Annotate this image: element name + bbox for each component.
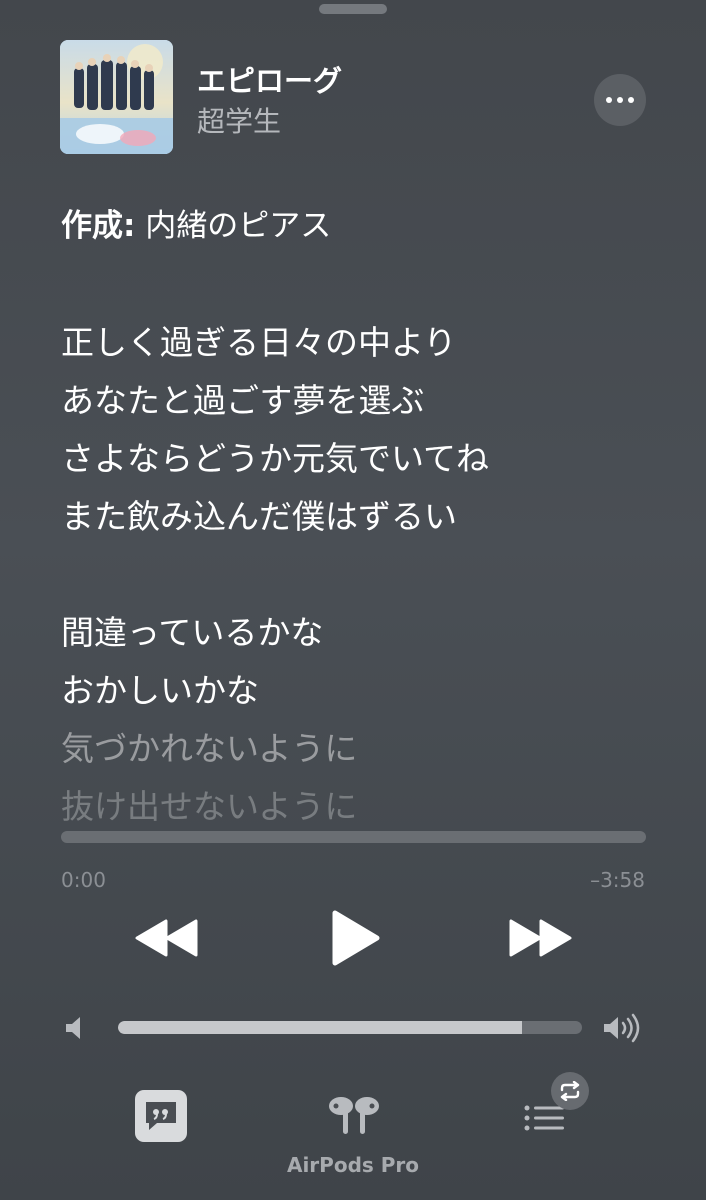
play-icon [332, 910, 380, 966]
repeat-icon [560, 1081, 580, 1101]
fast-forward-icon [509, 919, 572, 957]
lyric-line[interactable]: 気づかれないように [61, 722, 357, 770]
credit-label: 作成: [61, 208, 136, 244]
rewind-icon [135, 919, 198, 957]
lyric-line[interactable]: 抜け出せないように [61, 780, 357, 824]
volume-level-fill [118, 1021, 522, 1034]
remaining-time: –3:58 [590, 868, 645, 892]
output-device-label[interactable]: AirPods Pro [0, 1153, 706, 1177]
lyrics-credit: 作成: 内緒のピアス [61, 200, 331, 245]
more-options-button[interactable] [594, 74, 646, 126]
fast-forward-button[interactable] [505, 911, 573, 965]
song-title[interactable]: エピローグ [197, 58, 342, 100]
lyric-line[interactable]: さよならどうか元気でいてね [61, 432, 489, 480]
lyrics-quote-icon [146, 1102, 176, 1130]
lyric-line[interactable]: 正しく過ぎる日々の中より [61, 316, 456, 364]
lyric-line[interactable]: あなたと過ごす夢を選ぶ [61, 374, 424, 422]
lyrics-button[interactable] [135, 1090, 187, 1142]
lyric-line[interactable]: また飲み込んだ僕はずるい [61, 490, 457, 538]
airpods-icon[interactable] [324, 1094, 384, 1136]
album-artwork [60, 40, 173, 154]
sheet-grabber[interactable] [319, 4, 387, 14]
lyric-line[interactable]: 間違っているかな [61, 606, 323, 654]
credit-value: 内緒のピアス [145, 208, 332, 244]
play-button[interactable] [322, 905, 388, 971]
repeat-badge[interactable] [551, 1072, 589, 1110]
elapsed-time: 0:00 [61, 868, 106, 892]
artist-name[interactable]: 超学生 [197, 100, 281, 140]
ellipsis-icon [606, 97, 612, 103]
lyric-line[interactable]: おかしいかな [61, 664, 259, 712]
speaker-high-icon [604, 1013, 640, 1043]
ellipsis-dot [617, 97, 623, 103]
rewind-button[interactable] [134, 911, 202, 965]
ellipsis-dot [628, 97, 634, 103]
playback-scrubber[interactable] [61, 831, 646, 843]
volume-slider[interactable] [118, 1021, 582, 1034]
lyrics-panel[interactable]: 正しく過ぎる日々の中より あなたと過ごす夢を選ぶ さよならどうか元気でいてね ま… [61, 316, 681, 824]
speaker-low-icon [66, 1017, 80, 1039]
